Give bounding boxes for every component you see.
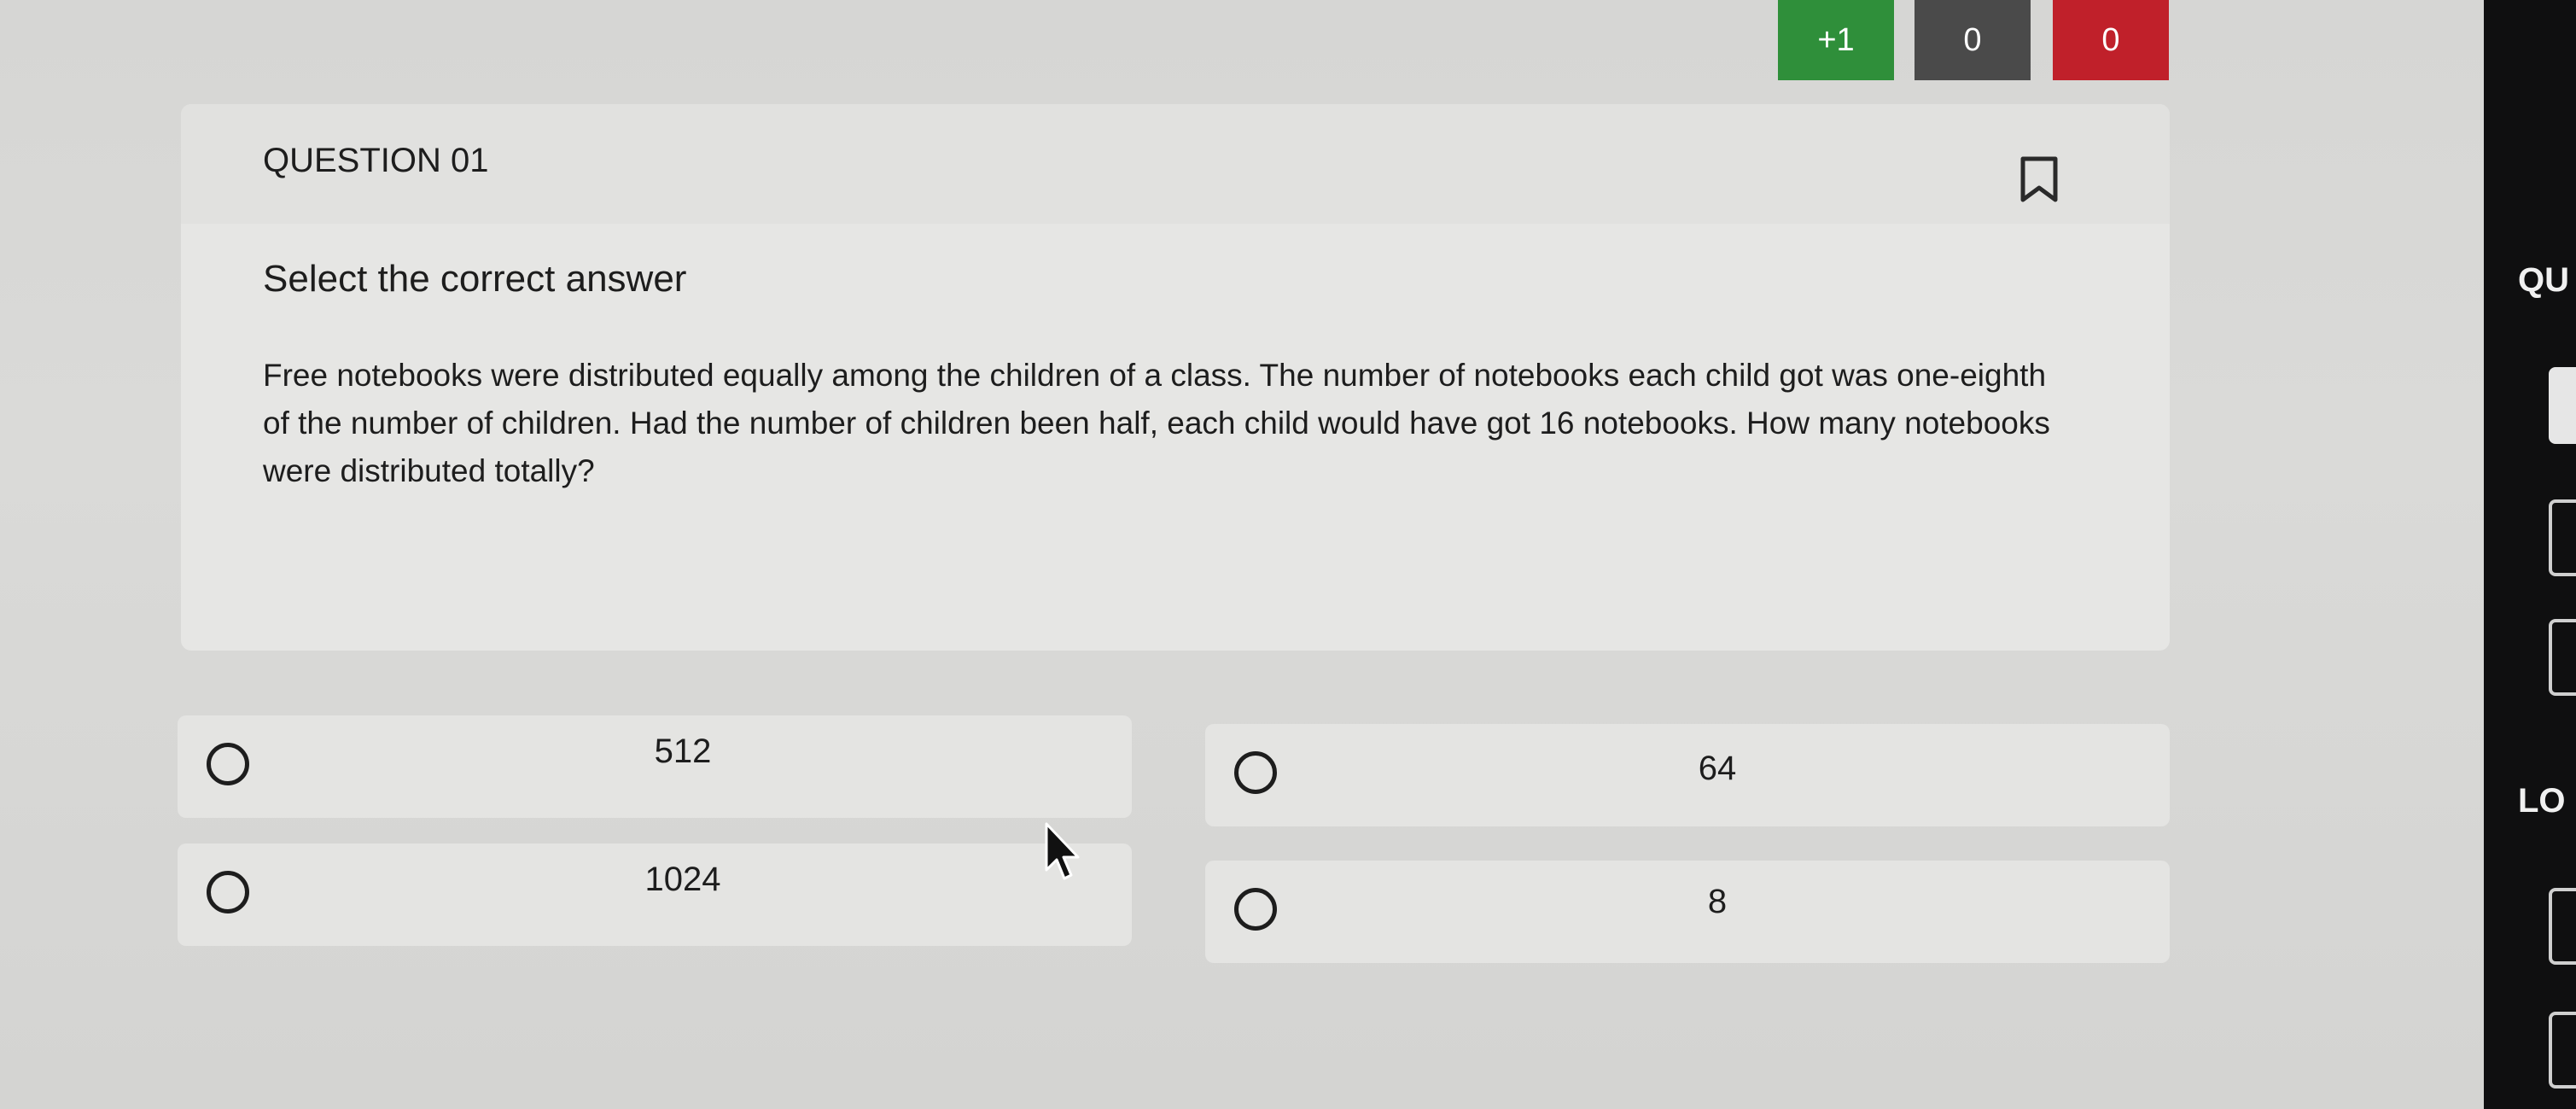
answer-option-value: 512 [654,732,712,770]
side-panel-question-tile[interactable] [2549,619,2576,696]
question-header: QUESTION 01 [181,104,2170,224]
bookmark-icon[interactable] [2019,155,2059,203]
question-body: Select the correct answer Free notebooks… [263,258,2098,495]
side-panel-label-question: QU [2518,261,2569,299]
side-panel-question-tile[interactable] [2549,1012,2576,1089]
question-number: QUESTION 01 [263,142,489,179]
side-panel-question-tile[interactable] [2549,499,2576,576]
answer-option-value: 8 [1707,882,1728,920]
side-panel-label-lo: LO [2518,782,2566,820]
question-card: QUESTION 01 Select the correct answer Fr… [181,104,2170,651]
radio-button-c[interactable] [207,871,249,913]
mouse-cursor-icon [1045,822,1080,880]
side-panel: QU LO [2484,0,2576,1109]
side-panel-question-tile[interactable] [2549,367,2576,444]
answer-option-value: 1024 [644,860,721,898]
question-instruction: Select the correct answer [263,258,687,300]
question-text: Free notebooks were distributed equally … [263,358,2050,488]
radio-button-b[interactable] [1234,751,1277,794]
unattempted-marks-badge: 0 [1915,0,2031,80]
answer-option-value: 64 [1698,749,1737,787]
answer-option-d[interactable]: 8 [1205,861,2170,963]
answer-option-c[interactable]: 1024 [178,843,1132,946]
correct-marks-badge: +1 [1778,0,1894,80]
radio-button-a[interactable] [207,743,249,785]
radio-button-d[interactable] [1234,888,1277,931]
negative-marks-badge: 0 [2053,0,2169,80]
answer-option-b[interactable]: 64 [1205,724,2170,826]
answer-option-a[interactable]: 512 [178,715,1132,818]
side-panel-question-tile[interactable] [2549,888,2576,965]
